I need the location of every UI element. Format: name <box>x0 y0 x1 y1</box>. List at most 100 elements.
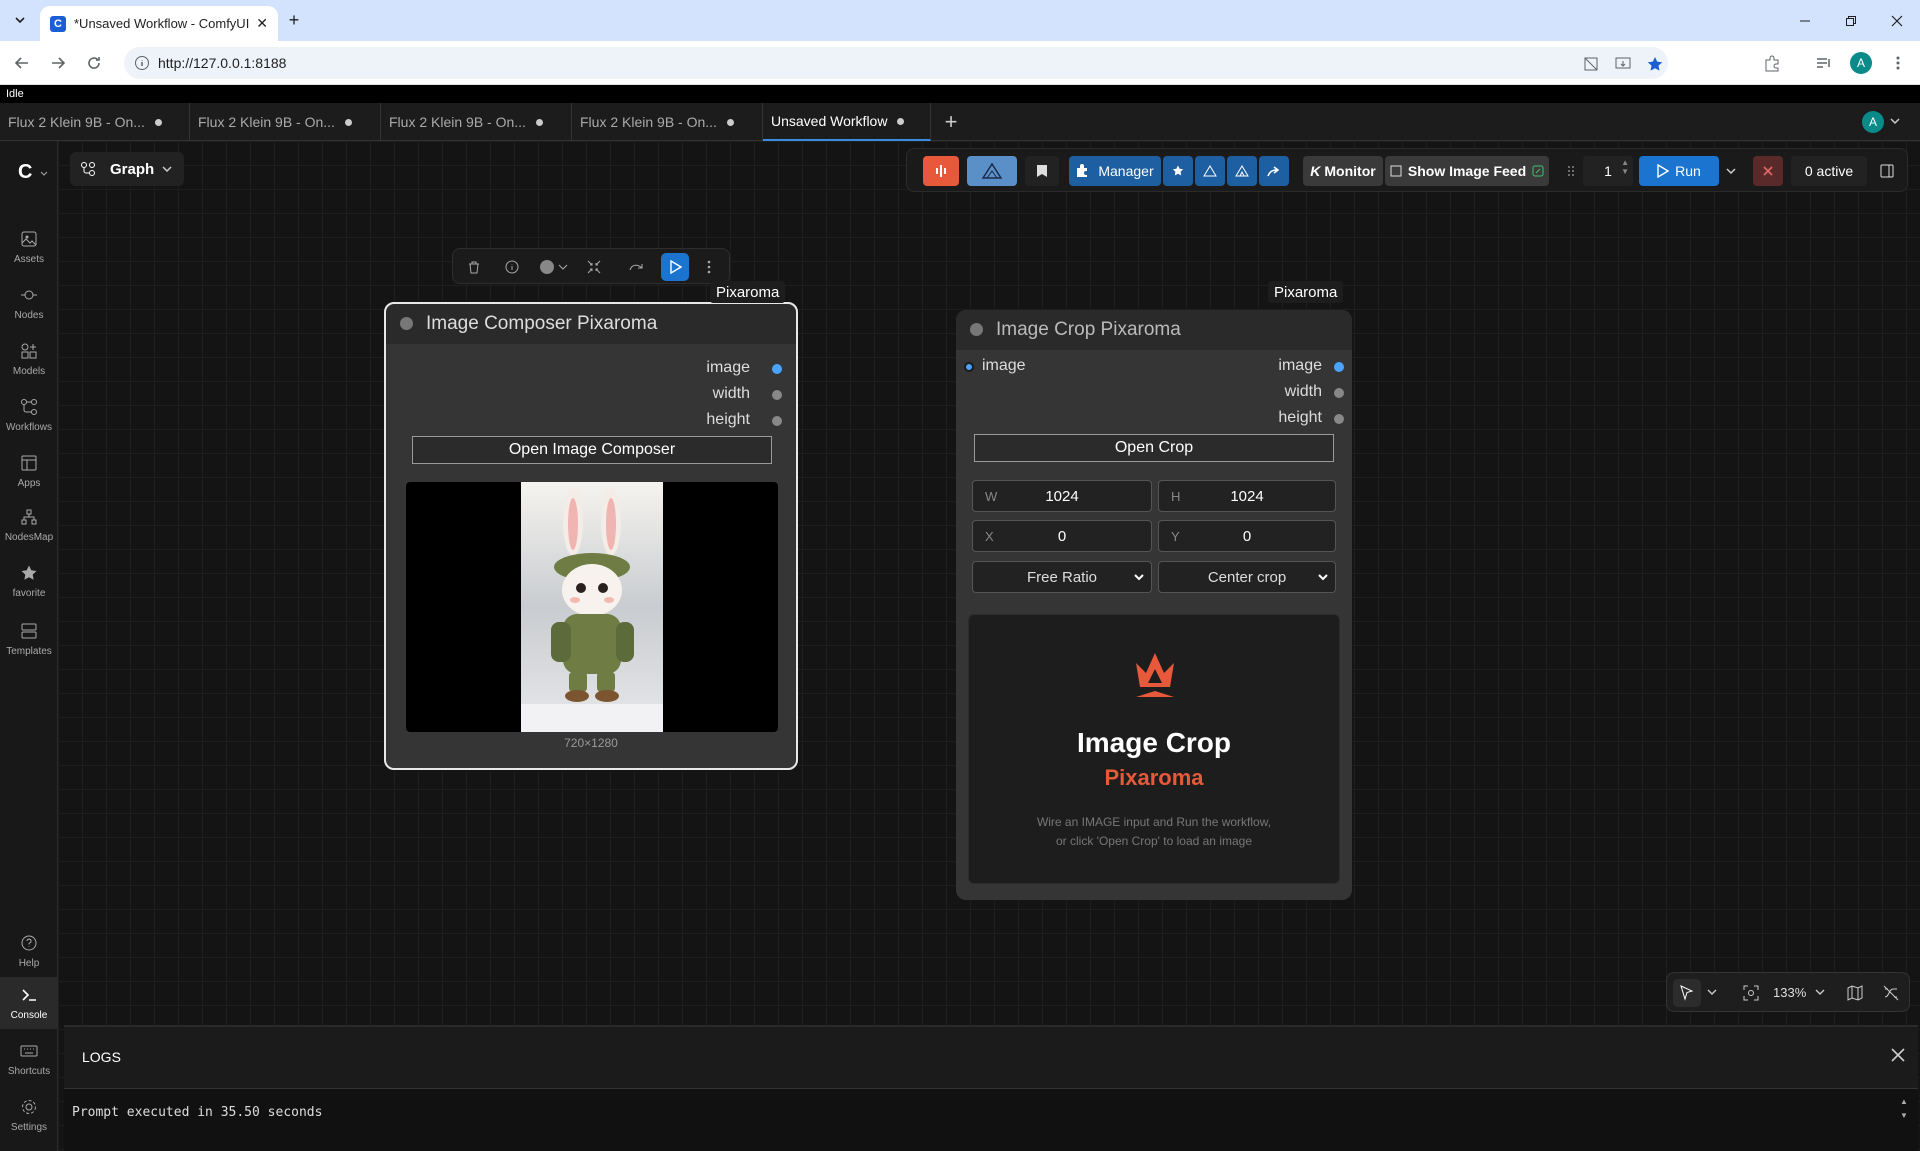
output-slot-height[interactable]: height <box>706 411 750 429</box>
forward-button[interactable] <box>46 51 70 75</box>
collapse-dot-icon[interactable] <box>400 317 413 330</box>
workflow-tab[interactable]: Flux 2 Klein 9B - On... <box>190 103 381 141</box>
image-feed-icon <box>1390 165 1402 177</box>
output-slot-height[interactable]: height <box>1278 409 1322 427</box>
queue-count-input[interactable]: 1 ▲ ▼ <box>1583 156 1633 186</box>
sidebar-item-help[interactable]: Help <box>0 925 58 977</box>
run-node-button[interactable] <box>661 253 689 281</box>
sidebar-item-console[interactable]: Console <box>0 977 58 1029</box>
sidebar-item-nodes[interactable]: Nodes <box>0 277 58 329</box>
select-tool-button[interactable] <box>1673 979 1701 1007</box>
sidebar-item-nodesmap[interactable]: NodesMap <box>0 499 58 551</box>
crop-mode-select[interactable]: Center crop <box>1158 561 1336 593</box>
output-connector-icon[interactable] <box>1334 414 1344 424</box>
sidebar-item-label: NodesMap <box>4 531 54 543</box>
input-connector-icon[interactable] <box>964 362 974 372</box>
close-icon[interactable] <box>1888 1045 1908 1065</box>
output-connector-icon[interactable] <box>772 364 782 374</box>
select-value: Free Ratio <box>1026 568 1098 586</box>
open-crop-button[interactable]: Open Crop <box>974 434 1334 462</box>
collapse-dot-icon[interactable] <box>970 323 983 336</box>
sidebar-item-shortcuts[interactable]: Shortcuts <box>0 1033 58 1085</box>
sidebar-item-templates[interactable]: Templates <box>0 613 58 665</box>
node-source-badge: Pixaroma <box>710 281 786 303</box>
chrome-profile-avatar[interactable]: A <box>1850 52 1872 74</box>
open-image-composer-button[interactable]: Open Image Composer <box>412 436 772 464</box>
crop-y-field[interactable]: Y 0 <box>1158 520 1336 552</box>
output-slot-width[interactable]: width <box>713 385 750 403</box>
back-button[interactable] <box>10 51 34 75</box>
crop-x-field[interactable]: X 0 <box>972 520 1152 552</box>
apps-icon <box>21 455 37 470</box>
close-tab-icon[interactable]: ✕ <box>256 15 268 32</box>
minimize-button[interactable] <box>1782 0 1828 41</box>
manager-button[interactable]: Manager <box>1069 156 1161 186</box>
input-slot-image[interactable]: image <box>982 357 1026 375</box>
bookmark-button[interactable] <box>1025 156 1059 186</box>
run-button[interactable]: Run <box>1639 156 1719 186</box>
logs-scrollbar[interactable]: ▲ ▼ <box>1900 1095 1912 1125</box>
cancel-run-button[interactable] <box>1753 156 1783 186</box>
sidebar-item-models[interactable]: Models <box>0 333 58 385</box>
image-composer-node[interactable]: Image Composer Pixaroma image width heig… <box>384 302 798 770</box>
zoom-level[interactable]: 133% <box>1773 985 1806 1000</box>
output-connector-icon[interactable] <box>1334 362 1344 372</box>
comfyui-logo[interactable]: C <box>18 161 32 184</box>
monitor-button[interactable]: K Monitor <box>1303 156 1383 186</box>
user-avatar[interactable]: A <box>1862 111 1884 133</box>
tab-list-button[interactable] <box>8 8 32 32</box>
workflow-tab-label: Flux 2 Klein 9B - On... <box>8 114 145 130</box>
logs-output[interactable]: Prompt executed in 35.50 seconds ▲ ▼ <box>64 1088 1918 1151</box>
restore-button[interactable] <box>1828 0 1874 41</box>
extensions-button[interactable] <box>1760 51 1784 75</box>
new-workflow-button[interactable]: + <box>940 109 962 134</box>
node-header[interactable]: Image Composer Pixaroma <box>386 304 796 344</box>
sidebar-item-favorite[interactable]: favorite <box>0 555 58 607</box>
workflow-tab[interactable]: Flux 2 Klein 9B - On... <box>572 103 763 141</box>
panel-icon <box>1880 164 1894 178</box>
favorites-button[interactable] <box>1163 156 1193 186</box>
pixaroma-button[interactable] <box>923 156 959 186</box>
crop-height-field[interactable]: H 1024 <box>1158 480 1336 512</box>
node-template-button[interactable] <box>967 156 1017 186</box>
toggle-panel-button[interactable] <box>1873 156 1901 186</box>
bookmark-icon <box>1037 165 1047 177</box>
sidebar-item-settings[interactable]: Settings <box>0 1089 58 1141</box>
output-slot-width[interactable]: width <box>1285 383 1322 401</box>
ratio-select[interactable]: Free Ratio <box>972 561 1152 593</box>
sidebar-item-assets[interactable]: Assets <box>0 221 58 273</box>
new-tab-button[interactable]: + <box>284 10 304 30</box>
output-slot-image[interactable]: image <box>706 359 750 377</box>
workflow-tab[interactable]: Flux 2 Klein 9B - On... <box>381 103 572 141</box>
workflow-tab[interactable]: Flux 2 Klein 9B - On... <box>0 103 190 141</box>
output-slot-image[interactable]: image <box>1278 357 1322 375</box>
stepper-arrows-icon[interactable]: ▲ ▼ <box>1621 158 1629 176</box>
chevron-down-icon <box>1707 989 1717 995</box>
media-button[interactable] <box>1812 51 1836 75</box>
run-options-button[interactable] <box>1721 156 1741 186</box>
reload-button[interactable] <box>82 51 106 75</box>
active-queue-badge[interactable]: 0 active <box>1791 156 1867 186</box>
workflow-tab-active[interactable]: Unsaved Workflow <box>763 103 931 141</box>
show-image-feed-button[interactable]: Show Image Feed <box>1385 156 1549 186</box>
graph-selector[interactable]: Graph <box>70 152 184 186</box>
output-connector-icon[interactable] <box>772 416 782 426</box>
close-window-button[interactable] <box>1874 0 1920 41</box>
address-bar[interactable]: http://127.0.0.1:8188 <box>124 47 1668 79</box>
chrome-menu-button[interactable] <box>1886 51 1910 75</box>
sidebar-item-apps[interactable]: Apps <box>0 445 58 497</box>
select-value: Center crop <box>1207 568 1287 586</box>
gear-icon <box>22 1099 36 1114</box>
output-connector-icon[interactable] <box>1334 388 1344 398</box>
output-connector-icon[interactable] <box>772 390 782 400</box>
model-install-button[interactable] <box>1227 156 1257 186</box>
crop-width-field[interactable]: W 1024 <box>972 480 1152 512</box>
chevron-down-icon <box>1726 168 1736 174</box>
node-header[interactable]: Image Crop Pixaroma <box>956 310 1352 350</box>
image-crop-node[interactable]: Image Crop Pixaroma image image width he… <box>956 310 1352 900</box>
model-manager-button[interactable] <box>1195 156 1225 186</box>
chevron-down-icon <box>40 171 48 176</box>
sidebar-item-workflows[interactable]: Workflows <box>0 389 58 441</box>
browser-tab[interactable]: C *Unsaved Workflow - ComfyUI ✕ <box>40 6 278 41</box>
share-button[interactable] <box>1259 156 1289 186</box>
